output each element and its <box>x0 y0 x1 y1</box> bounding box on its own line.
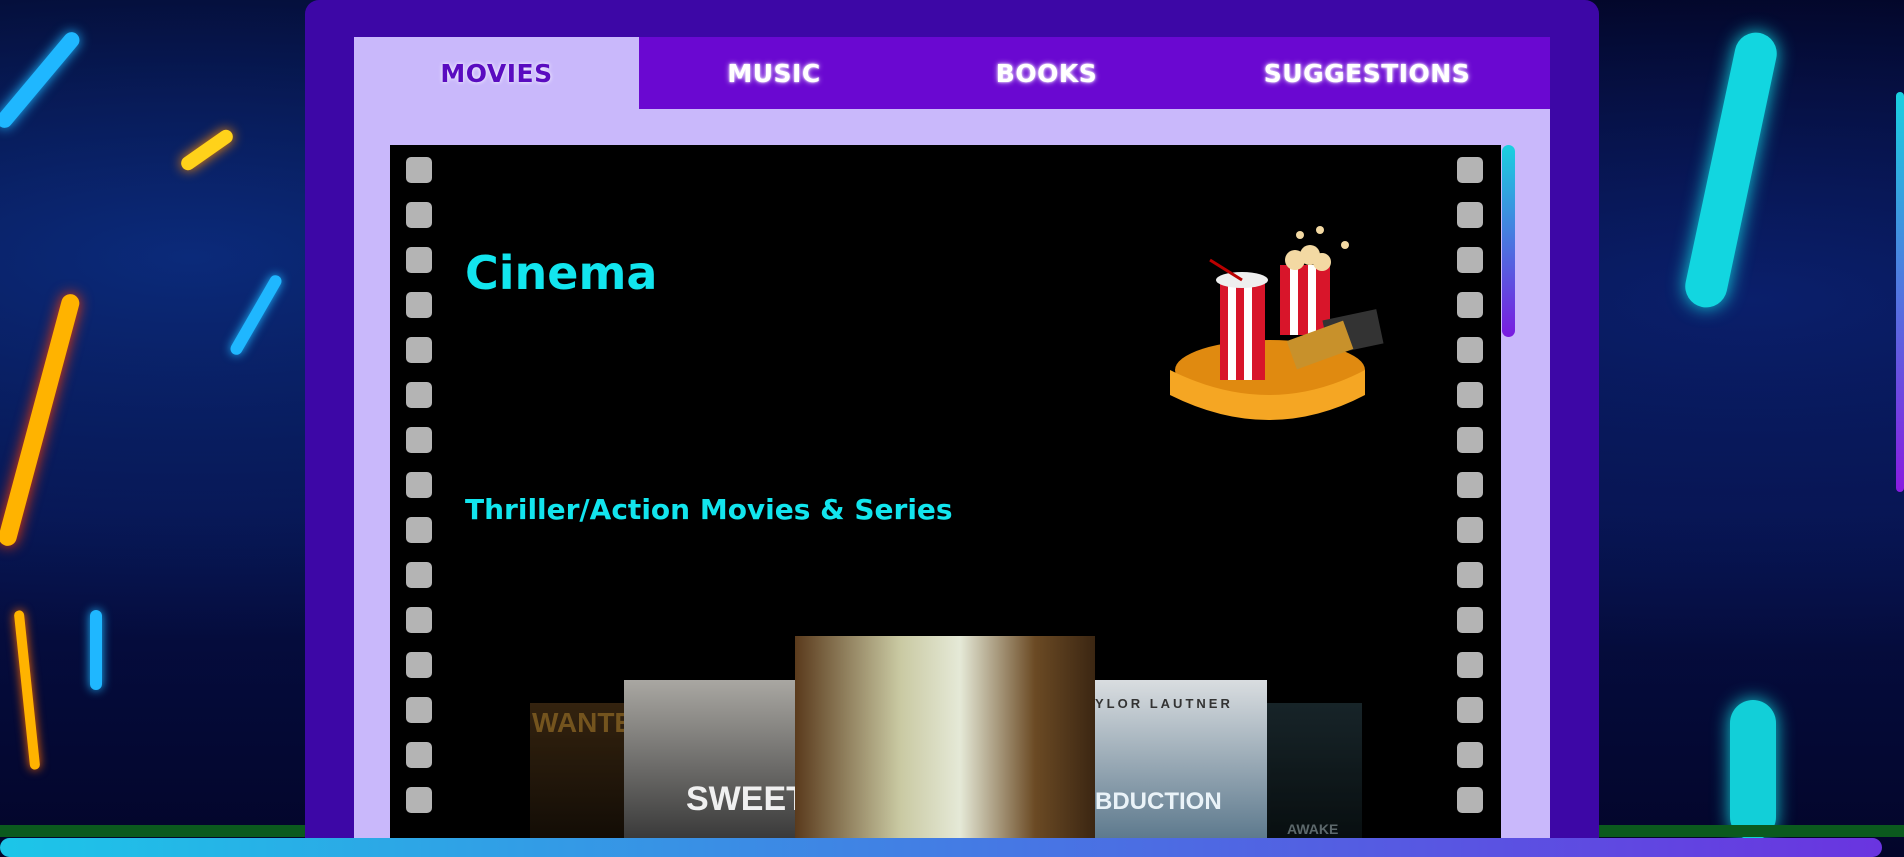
poster-title: WANTE <box>532 707 625 738</box>
neon-streak <box>90 610 102 690</box>
page-scrollbar[interactable] <box>1896 92 1904 492</box>
film-holes-right <box>1457 157 1483 832</box>
neon-streak <box>1730 700 1776 840</box>
poster-title: SWEET <box>686 780 796 818</box>
tab-music[interactable]: MUSIC <box>639 37 909 109</box>
poster-title: AWAKE <box>1287 821 1339 837</box>
tab-movies[interactable]: MOVIES <box>354 37 639 109</box>
tab-books[interactable]: BOOKS <box>909 37 1184 109</box>
horizontal-scrollbar[interactable] <box>0 838 1882 857</box>
poster-awake[interactable]: AWAKE <box>1267 703 1362 838</box>
poster-sweet-girl[interactable]: SWEET <box>624 680 796 838</box>
film-scrollbar[interactable] <box>1502 145 1515 337</box>
nav-tabs: MOVIES MUSIC BOOKS SUGGESTIONS <box>354 37 1550 109</box>
poster-wanted[interactable]: WANTE <box>530 703 625 838</box>
poster-title: BDUCTION <box>1095 788 1222 815</box>
page-title: Cinema <box>465 246 658 300</box>
poster-featured[interactable] <box>795 636 1095 838</box>
section-subtitle: Thriller/Action Movies & Series <box>465 493 953 526</box>
popcorn-cinema-icon <box>1170 226 1384 420</box>
tab-suggestions[interactable]: SUGGESTIONS <box>1184 37 1550 109</box>
film-holes-left <box>406 157 432 832</box>
poster-top-text: YLOR LAUTNER <box>1095 696 1233 711</box>
poster-abduction[interactable]: YLOR LAUTNER BDUCTION <box>1095 680 1267 838</box>
